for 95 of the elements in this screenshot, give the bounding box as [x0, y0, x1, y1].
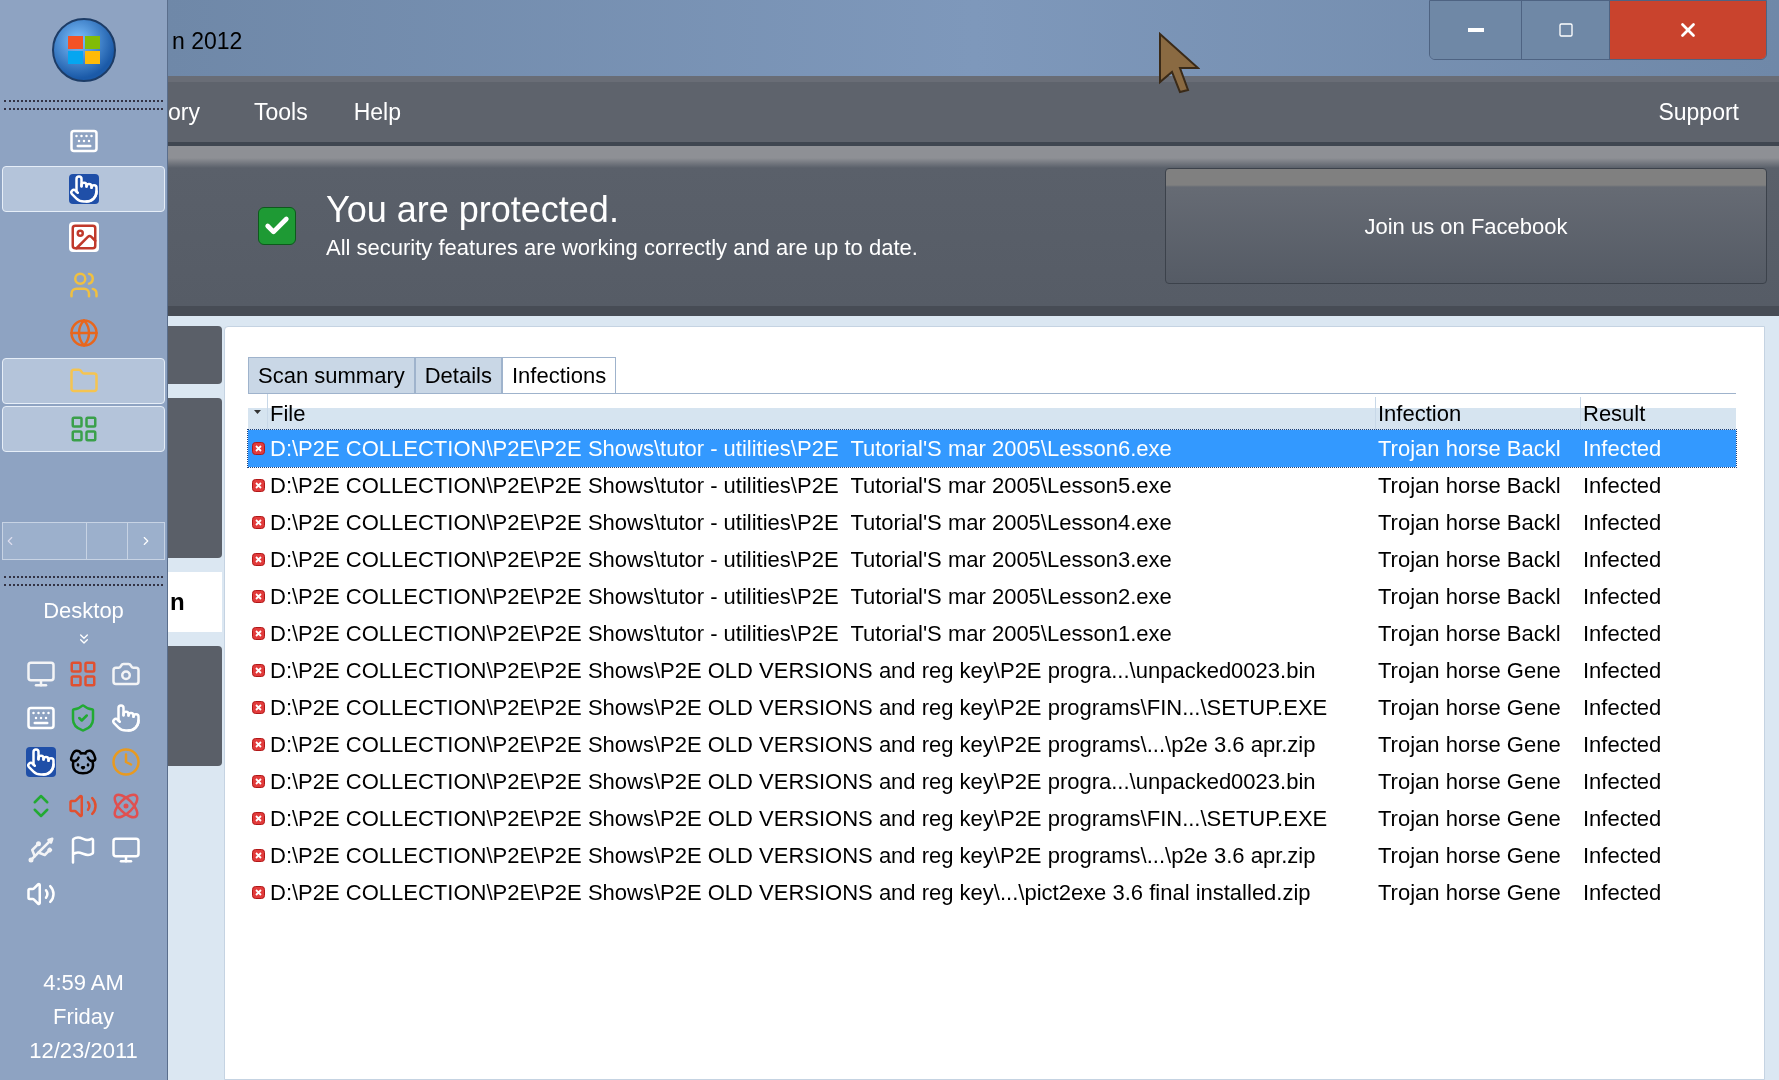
- file-cell-text: D:\P2E COLLECTION\P2E\P2E Shows\P2E OLD VERSIONS and reg key\P2E programs\...\p2e 3.6 apr.zip: [269, 731, 1317, 759]
- infection-cell-text: Trojan horse Gene: [1377, 731, 1562, 759]
- taskbar-page-button[interactable]: [86, 523, 128, 559]
- result-cell-text: Infected: [1582, 620, 1663, 648]
- result-cell-text: Infected: [1582, 842, 1663, 870]
- error-icon: [251, 775, 265, 788]
- infection-cell-text: Trojan horse Backl: [1377, 620, 1562, 648]
- side-label: n: [170, 587, 185, 617]
- file-cell-text: D:\P2E COLLECTION\P2E\P2E Shows\tutor - utilities\P2E Tutorial'S mar 2005\Lesson2.exe: [269, 583, 1173, 611]
- support-link[interactable]: Support: [1658, 94, 1739, 130]
- dog-icon[interactable]: [68, 747, 99, 777]
- grid-icon[interactable]: [68, 659, 99, 689]
- people-icon: [68, 270, 99, 300]
- menu-item[interactable]: Help: [353, 94, 401, 130]
- file-cell-text: D:\P2E COLLECTION\P2E\P2E Shows\P2E OLD VERSIONS and reg key\...\pict2exe 3.6 final installed.zip: [269, 879, 1312, 907]
- file-cell-text: D:\P2E COLLECTION\P2E\P2E Shows\P2E OLD VERSIONS and reg key\P2E programs\...\p2e 3.6 apr.zip: [269, 842, 1317, 870]
- table-row[interactable]: D:\P2E COLLECTION\P2E\P2E Shows\tutor - utilities\P2E Tutorial'S mar 2005\Lesson1.exe Trojan horse Backl Infected: [248, 615, 1736, 652]
- clock-date: 12/23/2011: [29, 1037, 138, 1065]
- molecule-icon[interactable]: [110, 791, 141, 821]
- table-row[interactable]: D:\P2E COLLECTION\P2E\P2E Shows\tutor - utilities\P2E Tutorial'S mar 2005\Lesson5.exe Trojan horse Backl Infected: [248, 467, 1736, 504]
- table-row[interactable]: D:\P2E COLLECTION\P2E\P2E Shows\P2E OLD VERSIONS and reg key\P2E programs\...\p2e 3.6 apr.zip Trojan horse Gene Infected: [248, 837, 1736, 874]
- infection-cell-text: Trojan horse Gene: [1377, 805, 1562, 833]
- file-cell-text: D:\P2E COLLECTION\P2E\P2E Shows\tutor - utilities\P2E Tutorial'S mar 2005\Lesson6.exe: [269, 435, 1173, 463]
- result-cell-text: Infected: [1582, 546, 1663, 574]
- result-cell-text: Infected: [1582, 472, 1663, 500]
- error-icon: [251, 553, 265, 566]
- file-cell-text: D:\P2E COLLECTION\P2E\P2E Shows\tutor - utilities\P2E Tutorial'S mar 2005\Lesson5.exe: [269, 472, 1173, 500]
- result-cell-text: Infected: [1582, 694, 1663, 722]
- table-row[interactable]: D:\P2E COLLECTION\P2E\P2E Shows\P2E OLD VERSIONS and reg key\P2E progra...\unpacked0023.bin Trojan horse Gene Infected: [248, 652, 1736, 689]
- windows-logo-icon: [66, 35, 101, 65]
- infection-cell-text: Trojan horse Gene: [1377, 768, 1562, 796]
- maximize-icon: [1557, 22, 1574, 38]
- table-row[interactable]: D:\P2E COLLECTION\P2E\P2E Shows\P2E OLD VERSIONS and reg key\P2E programs\FIN...\SETUP.EXE Trojan horse Gene Infected: [248, 800, 1736, 837]
- table-row[interactable]: D:\P2E COLLECTION\P2E\P2E Shows\P2E OLD VERSIONS and reg key\...\pict2exe 3.6 final installed.zip Trojan horse Gene Infected: [248, 874, 1736, 911]
- infection-cell-text: Trojan horse Backl: [1377, 472, 1562, 500]
- file-cell-text: D:\P2E COLLECTION\P2E\P2E Shows\tutor - utilities\P2E Tutorial'S mar 2005\Lesson4.exe: [269, 509, 1173, 537]
- hand-icon[interactable]: [110, 703, 141, 733]
- error-icon: [251, 479, 265, 492]
- status-headline: You are protected.: [326, 188, 620, 231]
- side-panel: [168, 326, 222, 384]
- table-row[interactable]: D:\P2E COLLECTION\P2E\P2E Shows\P2E OLD VERSIONS and reg key\P2E progra...\unpacked0023.bin Trojan horse Gene Infected: [248, 763, 1736, 800]
- minimize-icon: [1467, 28, 1484, 32]
- infection-cell-text: Trojan horse Gene: [1377, 694, 1562, 722]
- tab[interactable]: Details: [414, 357, 502, 393]
- result-cell-text: Infected: [1582, 879, 1663, 907]
- table-row[interactable]: D:\P2E COLLECTION\P2E\P2E Shows\tutor - utilities\P2E Tutorial'S mar 2005\Lesson3.exe Trojan horse Backl Infected: [248, 541, 1736, 578]
- tab[interactable]: Infections: [501, 357, 617, 393]
- error-icon: [251, 738, 265, 751]
- table-row[interactable]: D:\P2E COLLECTION\P2E\P2E Shows\P2E OLD VERSIONS and reg key\P2E programs\FIN...\SETUP.EXE Trojan horse Gene Infected: [248, 689, 1736, 726]
- clock-time: 4:59 AM: [43, 969, 124, 997]
- result-cell-text: Infected: [1582, 805, 1663, 833]
- result-cell-text: Infected: [1582, 435, 1663, 463]
- error-icon: [251, 886, 265, 899]
- menu-item[interactable]: ory: [168, 94, 200, 130]
- result-cell-text: Infected: [1582, 509, 1663, 537]
- file-cell-text: D:\P2E COLLECTION\P2E\P2E Shows\tutor - utilities\P2E Tutorial'S mar 2005\Lesson1.exe: [269, 620, 1173, 648]
- infection-cell-text: Trojan horse Gene: [1377, 842, 1562, 870]
- error-icon: [251, 442, 265, 455]
- error-icon: [251, 701, 265, 714]
- error-icon: [251, 849, 265, 862]
- file-cell-text: D:\P2E COLLECTION\P2E\P2E Shows\P2E OLD VERSIONS and reg key\P2E programs\FIN...\SETUP.EXE: [269, 805, 1329, 833]
- network-icon[interactable]: [110, 835, 141, 865]
- error-icon: [251, 812, 265, 825]
- window-title: n 2012: [172, 27, 243, 56]
- globe-icon: [68, 318, 99, 348]
- file-cell-text: D:\P2E COLLECTION\P2E\P2E Shows\P2E OLD VERSIONS and reg key\P2E progra...\unpacked0023.bin: [269, 657, 1317, 685]
- error-icon: [251, 627, 265, 640]
- tab[interactable]: Scan summary: [248, 357, 415, 393]
- table-row[interactable]: D:\P2E COLLECTION\P2E\P2E Shows\tutor - utilities\P2E Tutorial'S mar 2005\Lesson2.exe Trojan horse Backl Infected: [248, 578, 1736, 615]
- infection-cell-text: Trojan horse Backl: [1377, 435, 1562, 463]
- menu-item[interactable]: Tools: [253, 94, 308, 130]
- infection-cell-text: Trojan horse Gene: [1377, 657, 1562, 685]
- file-cell-text: D:\P2E COLLECTION\P2E\P2E Shows\tutor - utilities\P2E Tutorial'S mar 2005\Lesson3.exe: [269, 546, 1173, 574]
- file-cell-text: D:\P2E COLLECTION\P2E\P2E Shows\P2E OLD VERSIONS and reg key\P2E progra...\unpacked0023.bin: [269, 768, 1317, 796]
- infection-cell-text: Trojan horse Backl: [1377, 583, 1562, 611]
- result-cell-text: Infected: [1582, 583, 1663, 611]
- sort-arrow-icon[interactable]: [254, 410, 261, 414]
- mouse-cursor-icon: [1158, 32, 1200, 94]
- clock-day: Friday: [52, 1000, 115, 1034]
- error-icon: [251, 590, 265, 603]
- table-row[interactable]: D:\P2E COLLECTION\P2E\P2E Shows\P2E OLD VERSIONS and reg key\P2E programs\...\p2e 3.6 apr.zip Trojan horse Gene Infected: [248, 726, 1736, 763]
- infection-cell-text: Trojan horse Backl: [1377, 546, 1562, 574]
- infection-cell-text: Trojan horse Gene: [1377, 879, 1562, 907]
- table-row[interactable]: D:\P2E COLLECTION\P2E\P2E Shows\tutor - utilities\P2E Tutorial'S mar 2005\Lesson4.exe Trojan horse Backl Infected: [248, 504, 1736, 541]
- facebook-button[interactable]: Join us on Facebook: [1165, 168, 1767, 284]
- result-cell-text: Infected: [1582, 768, 1663, 796]
- file-cell-text: D:\P2E COLLECTION\P2E\P2E Shows\P2E OLD VERSIONS and reg key\P2E programs\FIN...\SETUP.EXE: [269, 694, 1329, 722]
- result-cell-text: Infected: [1582, 731, 1663, 759]
- result-cell-text: Infected: [1582, 657, 1663, 685]
- status-detail: All security features are working correctly and are up to date.: [326, 233, 918, 262]
- error-icon: [251, 664, 265, 677]
- error-icon: [251, 516, 265, 529]
- column-header[interactable]: Result: [1581, 397, 1736, 430]
- infection-cell-text: Trojan horse Backl: [1377, 509, 1562, 537]
- taskbar-button[interactable]: [2, 166, 165, 212]
